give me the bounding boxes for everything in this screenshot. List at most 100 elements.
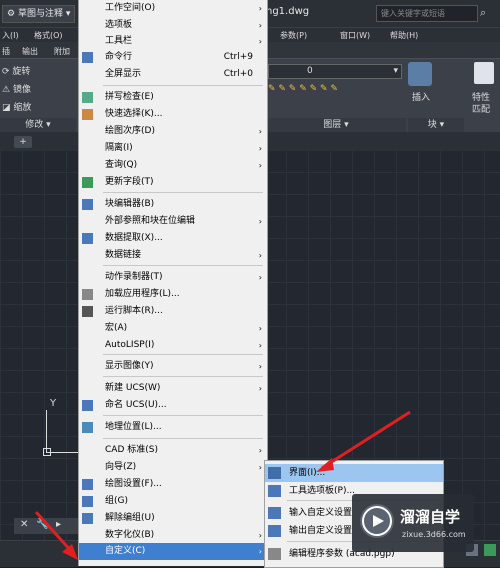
menu-item-label: 自定义(C) (105, 546, 146, 556)
menu-item-label: 显示图像(Y) (105, 361, 154, 371)
menu-separator (103, 192, 263, 193)
file-name: ng1.dwg (266, 6, 310, 17)
chevron-right-icon: › (258, 547, 262, 556)
menu-item[interactable]: 块编辑器(B) (79, 196, 267, 213)
menu-item-label: 数字化仪(B) (105, 530, 155, 540)
menu-item[interactable]: 更新字段(T) (79, 174, 267, 191)
run-script-icon (82, 306, 93, 317)
chevron-right-icon: › (258, 144, 262, 153)
menu-item[interactable]: 地理位置(L)... (79, 419, 267, 436)
close-icon[interactable]: ✕ (20, 519, 28, 530)
menu-item[interactable]: 显示图像(Y) › (79, 358, 267, 375)
menu-window[interactable]: 窗口(W) (340, 28, 370, 43)
menu-item[interactable]: 绘图设置(F)... (79, 476, 267, 493)
chevron-right-icon: › (258, 463, 262, 472)
chevron-down-icon: ▾ (393, 66, 398, 76)
mirror-tool[interactable]: ⚠ 镜像 (2, 82, 31, 95)
menu-item-label: 查询(Q) (105, 160, 138, 170)
menu-item-label: 新建 UCS(W) (105, 383, 161, 393)
menu-item[interactable]: 隔离(I) › (79, 140, 267, 157)
menu-item[interactable]: AutoLISP(I) › (79, 337, 267, 354)
menu-item-label: AutoLISP(I) (105, 340, 155, 350)
menu-item[interactable]: 数字化仪(B) › (79, 527, 267, 544)
menu-format[interactable]: 格式(O) (34, 28, 63, 43)
search-input[interactable]: 键入关键字或短语 (376, 5, 478, 22)
menu-item[interactable]: 选项板 › (79, 17, 267, 34)
rotate-tool[interactable]: ⟳ 旋转 (2, 64, 30, 77)
menu-item[interactable]: 解除编组(U) (79, 510, 267, 527)
submenu-item-label: 输入自定义设置 (289, 508, 353, 518)
workspace-switcher[interactable]: ⚙ 草图与注释 ▾ (2, 5, 76, 23)
menu-separator (103, 85, 263, 86)
insert-block-icon[interactable] (408, 62, 432, 86)
menu-item[interactable]: 工作空间(O) › (79, 0, 267, 17)
menu-item-label: 命名 UCS(U)... (105, 400, 167, 410)
menu-item[interactable]: 拼写检查(E) (79, 89, 267, 106)
menu-item[interactable]: 加载应用程序(L)... (79, 286, 267, 303)
menu-item[interactable]: 快速选择(K)... (79, 106, 267, 123)
chevron-right-icon: › (258, 362, 262, 371)
chevron-right-icon: › (258, 127, 262, 136)
menu-item[interactable]: 宏(A) › (79, 320, 267, 337)
tab-output[interactable]: 输出 (22, 44, 38, 59)
menu-separator (103, 438, 263, 439)
menu-help[interactable]: 帮助(H) (390, 28, 418, 43)
chevron-right-icon: › (258, 161, 262, 170)
menu-item[interactable]: 运行脚本(R)... (79, 303, 267, 320)
workspace-label: 草图与注释 (17, 9, 63, 19)
submenu-item-label: 输出自定义设置 (289, 526, 353, 536)
new-tab-button[interactable]: + (14, 136, 32, 148)
menu-item[interactable]: 组(G) (79, 493, 267, 510)
block-panel-title[interactable]: 块 ▾ (408, 118, 464, 132)
menu-insert[interactable]: 入(I) (2, 28, 19, 43)
menu-item-label: 全屏显示 (105, 69, 142, 79)
layers-panel-title[interactable]: 图层 ▾ (266, 118, 406, 132)
status-grid-icon[interactable] (484, 544, 496, 556)
menu-item[interactable]: 新建 UCS(W) › (79, 380, 267, 397)
menu-item-label: 隔离(I) (105, 143, 133, 153)
menu-item[interactable]: 数据链接 › (79, 247, 267, 264)
menu-item[interactable]: 动作录制器(T) › (79, 269, 267, 286)
menu-item-label: 解除编组(U) (105, 513, 155, 523)
insert-label[interactable]: 插入 (412, 90, 430, 103)
tab-insert[interactable]: 插 (2, 44, 10, 59)
layer-value: 0 (307, 66, 313, 76)
menu-item-label: 组(G) (105, 496, 128, 506)
ucs-origin (43, 448, 51, 456)
menu-item-label: 块编辑器(B) (105, 199, 155, 209)
menu-item[interactable]: 工具栏 › (79, 33, 267, 50)
menu-item[interactable]: 自定义(C) › (79, 543, 267, 560)
menu-parametric[interactable]: 参数(P) (280, 28, 307, 43)
layer-dropdown[interactable]: 0 ▾ (268, 64, 402, 79)
chevron-right-icon: › (258, 217, 262, 226)
drafting-settings-icon (82, 479, 93, 490)
menu-item[interactable]: 绘图次序(D) › (79, 123, 267, 140)
menu-item[interactable]: 查询(Q) › (79, 157, 267, 174)
tab-addons[interactable]: 附加 (54, 44, 70, 59)
command-line-icon (82, 52, 93, 63)
search-icon[interactable]: ⌕ (480, 6, 486, 20)
menu-item-label: 更新字段(T) (105, 177, 154, 187)
menu-item[interactable]: CAD 标准(S) › (79, 442, 267, 459)
annotation-arrow-interface (316, 410, 411, 472)
menu-item[interactable]: 命名 UCS(U)... (79, 397, 267, 414)
menu-item[interactable]: 数据提取(X)... (79, 230, 267, 247)
menu-item[interactable]: 向导(Z) › (79, 459, 267, 476)
menu-item-label: 数据链接 (105, 250, 142, 260)
menu-item-label: 工作空间(O) (105, 3, 156, 13)
modify-panel-title[interactable]: 修改 ▾ (0, 118, 76, 132)
rotate-label: 旋转 (12, 67, 31, 77)
chevron-right-icon: › (258, 251, 262, 260)
watermark-url: zixue.3d66.com (402, 530, 466, 539)
chevron-right-icon: › (258, 37, 262, 46)
modify-title-label: 修改 (25, 120, 44, 130)
match-properties-icon[interactable] (474, 62, 494, 84)
chevron-right-icon: › (258, 273, 262, 282)
annotation-arrow-customize (34, 510, 78, 560)
import-settings-icon (268, 507, 281, 519)
layer-tools[interactable]: ✎ ✎ ✎ ✎ ✎ ✎ ✎ (268, 82, 398, 112)
scale-tool[interactable]: ◪ 缩放 (2, 100, 31, 113)
menu-item[interactable]: 全屏显示 Ctrl+0 (79, 66, 267, 83)
menu-item[interactable]: 外部参照和块在位编辑 › (79, 213, 267, 230)
menu-item[interactable]: 命令行 Ctrl+9 (79, 49, 267, 66)
